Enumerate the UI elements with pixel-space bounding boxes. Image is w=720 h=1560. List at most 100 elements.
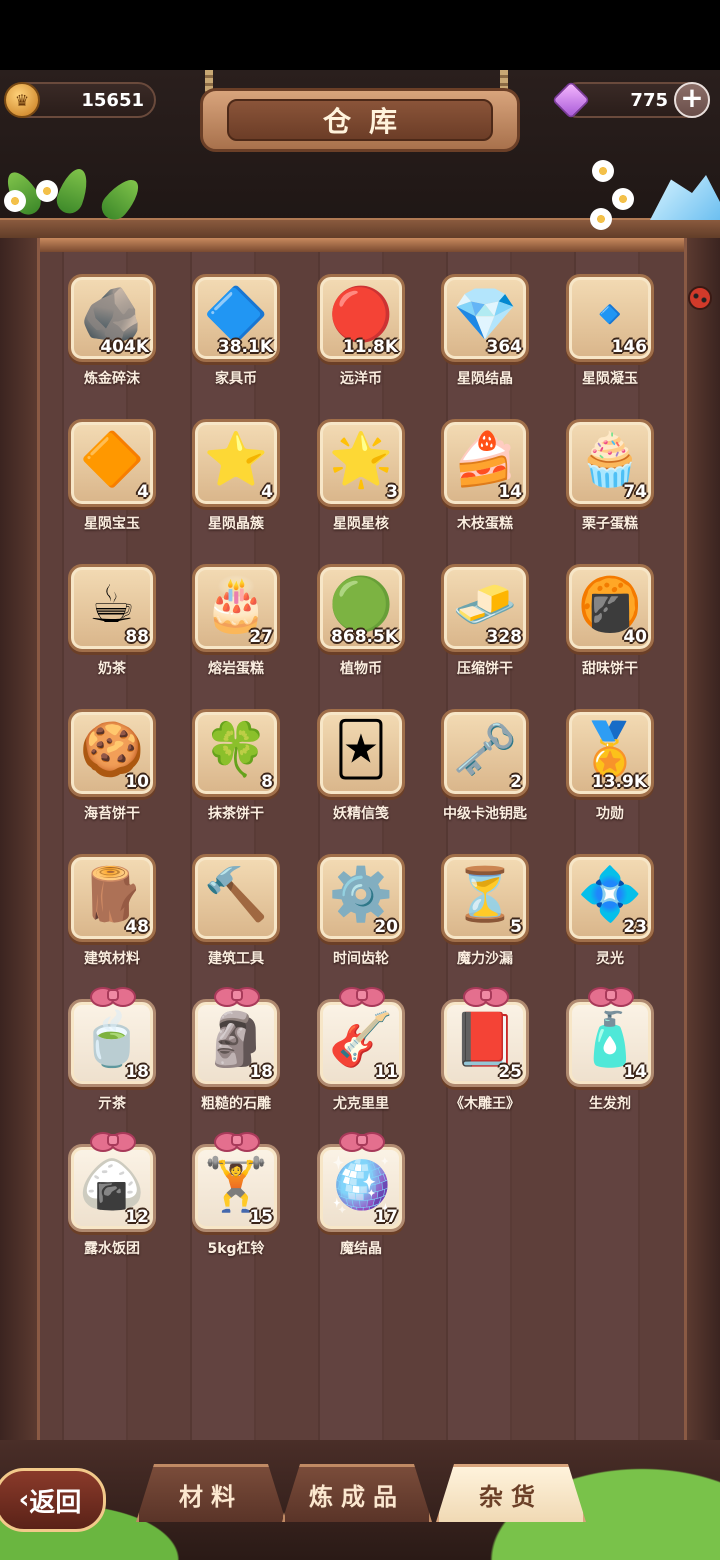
item-label: 压缩饼干 [457,661,513,677]
item-tile: ⚙️ 20 [317,854,405,942]
item-label: 妖精信笺 [333,806,389,822]
add-gems-button[interactable]: + [674,82,710,118]
item-label: 星陨凝玉 [582,371,638,387]
inventory-item[interactable]: 🍀 8 抹茶饼干 [188,705,284,835]
item-tile: 🍘 40 [566,564,654,652]
item-count: 12 [125,1207,149,1227]
gears-icon: ⚙️ [328,865,394,925]
inventory-item[interactable]: 🍘 40 甜味饼干 [562,560,658,690]
item-tile: 📕 25 [441,999,529,1087]
inventory-item[interactable]: 🍵 18 亓茶 [64,987,160,1125]
inventory-item[interactable]: 🍪 10 海苔饼干 [64,705,160,835]
inventory-item[interactable]: 💎 364 星陨结晶 [437,270,533,400]
tab-misc[interactable]: 杂货 [436,1464,586,1522]
inventory-item[interactable]: 🎂 27 熔岩蛋糕 [188,560,284,690]
flower-decoration [4,190,26,212]
item-count: 8 [261,772,273,792]
inventory-item[interactable]: 🪵 48 建筑材料 [64,850,160,980]
ore-rocks-icon: 🪨 [79,285,145,345]
inventory-item[interactable]: 🔷 38.1K 家具币 [188,270,284,400]
inventory-item[interactable]: 🪩 17 魔结晶 [313,1132,409,1270]
panel-frame-left [0,238,40,1458]
item-tile: 🔹 146 [566,274,654,362]
inventory-item[interactable]: ⏳ 5 魔力沙漏 [437,850,533,980]
inventory-item[interactable]: 🔴 11.8K 远洋币 [313,270,409,400]
tab-crafted[interactable]: 炼成品 [282,1464,432,1522]
inventory-item[interactable]: 📕 25 《木雕王》 [437,987,533,1125]
back-button[interactable]: ‹ 返回 [0,1468,106,1532]
magic-crystal-icon: 🪩 [328,1155,394,1215]
title-sign: 仓库 [200,88,520,152]
inventory-item[interactable]: 🪨 404K 炼金碎沫 [64,270,160,400]
item-label: 生发剂 [589,1096,631,1112]
inventory-item[interactable]: 🧴 14 生发剂 [562,987,658,1125]
item-label: 木枝蛋糕 [457,516,513,532]
inventory-item[interactable]: 🍙 12 露水饭团 [64,1132,160,1270]
hammer-tools-icon: 🔨 [203,865,269,925]
milk-tea-icon: ☕ [88,575,136,635]
inventory-item[interactable]: 🏋️ 15 5kg杠铃 [188,1132,284,1270]
inventory-item[interactable]: 🔹 146 星陨凝玉 [562,270,658,400]
item-tile: 🍰 14 [441,419,529,507]
item-label: 亓茶 [98,1096,126,1112]
inventory-item[interactable]: 🃏 妖精信笺 [313,705,409,835]
item-tile: 🍵 18 [68,999,156,1087]
lava-cake-icon: 🎂 [203,575,269,635]
item-label: 建筑工具 [208,951,264,967]
item-count: 364 [486,337,523,357]
item-tile: ☕ 88 [68,564,156,652]
merit-medal-icon: 🏅 [577,720,643,780]
flower-decoration [590,208,612,230]
item-tile: 🍪 10 [68,709,156,797]
item-tile: 🌟 3 [317,419,405,507]
yellow-crystal-icon: ⭐ [203,430,269,490]
stone-statue-icon: 🗿 [203,1010,269,1070]
inventory-item[interactable]: 🍰 14 木枝蛋糕 [437,415,533,545]
item-label: 海苔饼干 [84,806,140,822]
tab-materials[interactable]: 材料 [136,1464,286,1522]
inventory-item[interactable]: 🎸 11 尤克里里 [313,987,409,1125]
inventory-item[interactable]: ⭐ 4 星陨晶簇 [188,415,284,545]
status-bar [0,0,720,70]
item-tile: 🪵 48 [68,854,156,942]
plant-coin-icon: 🟢 [328,575,394,635]
coin-amount: 15651 [81,89,144,111]
bow-icon [90,1130,136,1152]
item-tile: 🔶 4 [68,419,156,507]
inventory-item[interactable]: ⚙️ 20 时间齿轮 [313,850,409,980]
inventory-item[interactable]: 💠 23 灵光 [562,850,658,980]
furniture-coin-icon: 🔷 [203,285,269,345]
item-label: 星陨星核 [333,516,389,532]
inventory-item[interactable]: 🌟 3 星陨星核 [313,415,409,545]
item-tile: 🏅 13.9K [566,709,654,797]
inventory-item[interactable]: 🧁 74 栗子蛋糕 [562,415,658,545]
item-tile: 🧈 328 [441,564,529,652]
item-label: 时间齿轮 [333,951,389,967]
item-tile: 🍙 12 [68,1144,156,1232]
item-count: 48 [125,917,149,937]
flower-decoration [36,180,58,202]
item-count: 13.9K [591,772,647,792]
star-jade-icon: 🔹 [577,285,643,345]
tea-bowl-icon: 🍵 [79,1010,145,1070]
gem-counter: 775 + [551,80,710,120]
inventory-item[interactable]: 🧈 328 压缩饼干 [437,560,533,690]
item-tile: 🗿 18 [192,999,280,1087]
inventory-item[interactable]: 🔶 4 星陨宝玉 [64,415,160,545]
item-count: 868.5K [331,627,398,647]
item-label: 《木雕王》 [450,1096,520,1112]
inventory-item[interactable]: 🗝️ 2 中级卡池钥匙 [437,705,533,835]
inventory-item[interactable]: ☕ 88 奶茶 [64,560,160,690]
rice-ball-icon: 🍙 [79,1155,145,1215]
item-tile: 🎸 11 [317,999,405,1087]
inventory-item[interactable]: 🗿 18 粗糙的石雕 [188,987,284,1125]
item-label: 粗糙的石雕 [201,1096,271,1112]
inventory-item[interactable]: 🏅 13.9K 功勋 [562,705,658,835]
inventory-item[interactable]: 🟢 868.5K 植物币 [313,560,409,690]
item-count: 146 [611,337,648,357]
inventory-item[interactable]: 🔨 建筑工具 [188,850,284,980]
back-label: 返回 [29,1487,82,1518]
bow-icon [214,985,260,1007]
item-count: 74 [623,482,647,502]
item-label: 远洋币 [340,371,382,387]
